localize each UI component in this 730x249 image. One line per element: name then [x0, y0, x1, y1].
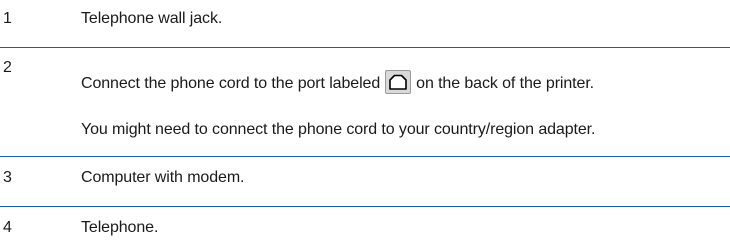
row-divider [0, 47, 730, 48]
callout-description: Connect the phone cord to the port label… [81, 70, 595, 96]
callout-text-before-icon: Connect the phone cord to the port label… [81, 75, 381, 93]
callout-description: Telephone wall jack. [81, 10, 223, 27]
callout-number: 1 [3, 10, 13, 27]
callout-text-after-icon: on the back of the printer. [416, 75, 595, 93]
callout-note: You might need to connect the phone cord… [81, 121, 596, 138]
row-divider [0, 156, 730, 157]
callout-number: 2 [3, 59, 13, 76]
callout-number: 3 [3, 169, 13, 186]
row-divider [0, 206, 730, 207]
phone-port-icon [385, 70, 412, 94]
callout-description: Telephone. [81, 219, 159, 236]
callout-description: Computer with modem. [81, 169, 245, 186]
callout-number: 4 [3, 219, 13, 236]
